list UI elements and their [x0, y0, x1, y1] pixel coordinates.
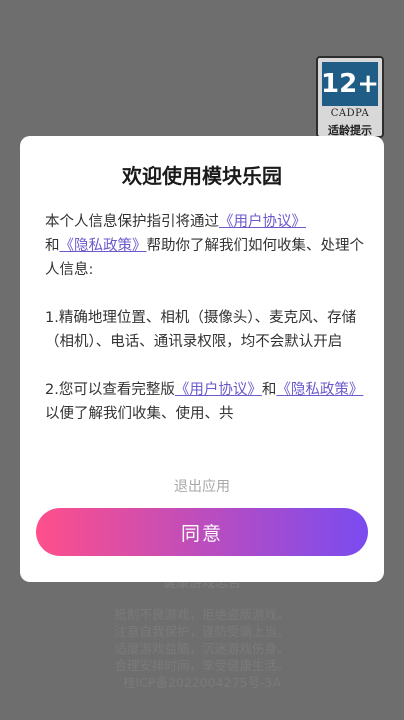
- user-agreement-link[interactable]: 《用户协议》: [219, 214, 306, 230]
- full-version-paragraph: 2.您可以查看完整版《用户协议》和《隐私政策》以便了解我们收集、使用、共: [45, 378, 364, 426]
- privacy-policy-link-2[interactable]: 《隐私政策》: [276, 382, 363, 398]
- icp-license: 桂ICP备2022004275号-3A: [123, 675, 281, 690]
- intro-text: 本个人信息保护指引将通过: [45, 214, 219, 230]
- full-version-text-end: 以便了解我们收集、使用、共: [45, 406, 234, 422]
- privacy-policy-link[interactable]: 《隐私政策》: [60, 238, 147, 254]
- age-rating-org: CADPA: [330, 108, 370, 119]
- intro-and-text: 和: [45, 238, 60, 254]
- health-notice: 抵制不良游戏，拒绝盗版游戏。 注意自我保护，谨防受骗上当。 适度游戏益脑，沉迷游…: [0, 606, 404, 691]
- dialog-title: 欢迎使用模块乐园: [122, 164, 282, 188]
- permissions-paragraph: 1.精确地理位置、相机（摄像头）、麦克风、存储（相机）、电话、通讯录权限，均不会…: [45, 310, 357, 350]
- exit-app-button[interactable]: 退出应用: [20, 476, 384, 496]
- agree-button[interactable]: 同意: [36, 508, 368, 556]
- health-notice-line: 适度游戏益脑，沉迷游戏伤身。: [114, 641, 290, 656]
- age-rating-badge: 12+ CADPA 适龄提示: [316, 56, 384, 138]
- privacy-dialog: 欢迎使用模块乐园 本个人信息保护指引将通过《用户协议》 和《隐私政策》帮助你了解我…: [20, 136, 384, 582]
- health-notice-line: 注意自我保护，谨防受骗上当。: [114, 624, 290, 639]
- dialog-text: 本个人信息保护指引将通过《用户协议》 和《隐私政策》帮助你了解我们如何收集、处理个…: [45, 210, 364, 426]
- intro-paragraph: 本个人信息保护指引将通过《用户协议》 和《隐私政策》帮助你了解我们如何收集、处理个…: [45, 210, 364, 282]
- full-version-and-text: 和: [261, 382, 277, 398]
- health-notice-line: 合理安排时间，享受健康生活。: [114, 658, 290, 673]
- full-version-text: 2.您可以查看完整版: [45, 382, 175, 398]
- health-notice-line: 抵制不良游戏，拒绝盗版游戏。: [114, 607, 290, 622]
- age-rating-number: 12+: [321, 62, 379, 106]
- user-agreement-link-2[interactable]: 《用户协议》: [175, 382, 262, 398]
